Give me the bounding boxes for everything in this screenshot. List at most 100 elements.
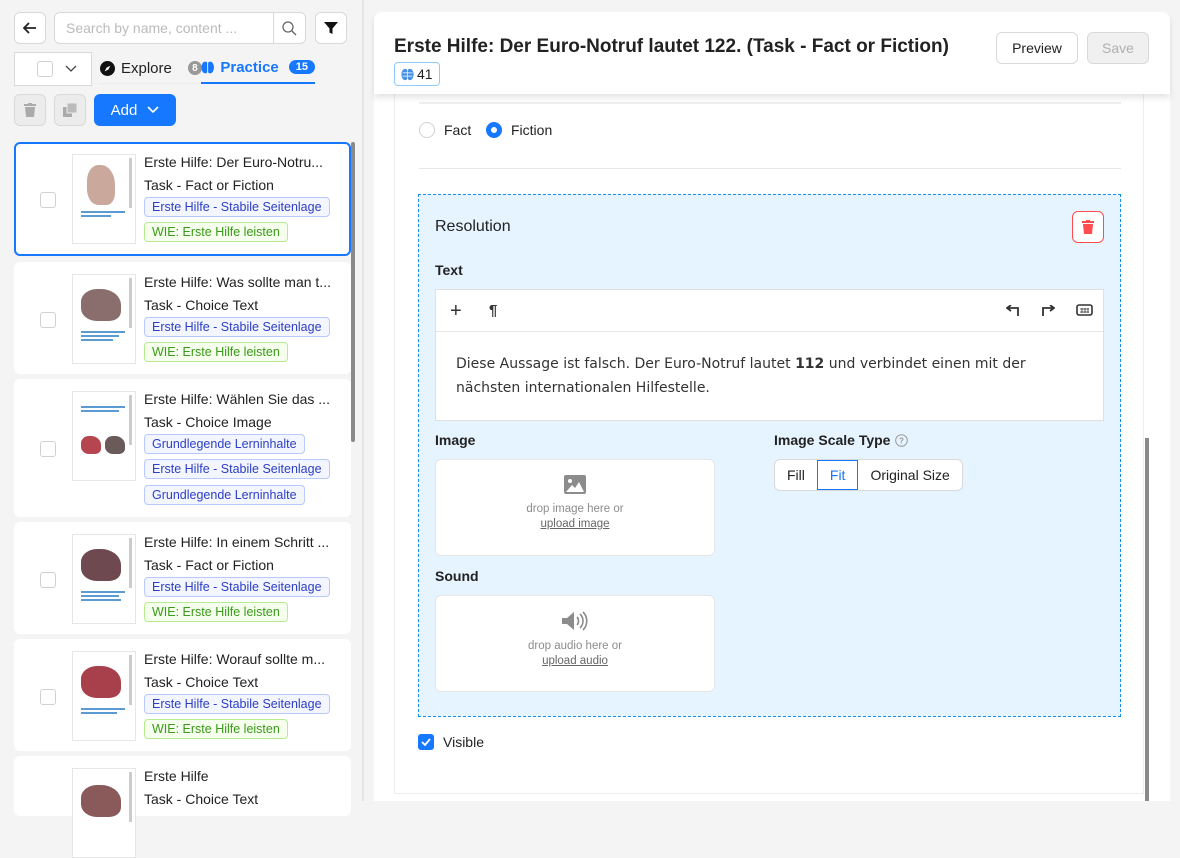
item-title: Erste Hilfe: Wählen Sie das ... — [144, 391, 330, 407]
item-tag: Erste Hilfe - Stabile Seitenlage — [144, 317, 330, 337]
scale-fill-option[interactable]: Fill — [775, 460, 817, 490]
keyboard-icon[interactable] — [1076, 304, 1093, 316]
brain-count-badge: 41 — [394, 62, 440, 86]
page-title: Erste Hilfe: Der Euro-Notruf lautet 122.… — [394, 36, 949, 57]
panel-divider[interactable] — [362, 0, 374, 801]
image-dropzone[interactable]: drop image here or upload image — [435, 459, 715, 556]
delete-button[interactable] — [14, 94, 46, 126]
item-checkbox[interactable] — [40, 192, 56, 208]
sidebar-scrollbar[interactable] — [351, 142, 355, 442]
search-button[interactable] — [273, 13, 305, 43]
rich-text-editor[interactable]: + ¶ Diese Aussage ist falsch. Der Euro-N… — [435, 289, 1104, 421]
plus-icon[interactable]: + — [450, 300, 462, 323]
radio-fiction-label: Fiction — [511, 122, 553, 138]
item-checkbox[interactable] — [40, 312, 56, 328]
add-button[interactable]: Add — [94, 94, 176, 126]
preview-button[interactable]: Preview — [996, 32, 1078, 64]
back-button[interactable] — [14, 12, 46, 44]
trash-icon — [24, 103, 36, 117]
item-tag: Grundlegende Lerninhalte — [144, 485, 305, 505]
list-item[interactable]: Erste Hilfe: Der Euro-Notru... Task - Fa… — [14, 142, 351, 256]
tab-explore[interactable]: Explore 8 — [100, 52, 202, 84]
list-item[interactable]: Erste Hilfe: In einem Schritt ... Task -… — [14, 522, 351, 634]
text-label: Text — [435, 262, 463, 278]
undo-icon[interactable] — [1006, 305, 1019, 316]
list-item[interactable]: Erste Hilfe: Worauf sollte m... Task - C… — [14, 639, 351, 751]
item-tag: WIE: Erste Hilfe leisten — [144, 719, 288, 739]
explore-count-badge: 8 — [187, 61, 202, 75]
audio-dropzone[interactable]: drop audio here or upload audio — [435, 595, 715, 692]
item-type: Task - Choice Text — [144, 674, 259, 690]
sound-label: Sound — [435, 568, 479, 584]
visible-checkbox-row[interactable]: Visible — [418, 734, 484, 750]
practice-count-badge: 15 — [288, 60, 315, 74]
editor-toolbar: + ¶ — [436, 290, 1103, 332]
tab-explore-label: Explore — [121, 59, 172, 77]
item-checkbox[interactable] — [40, 572, 56, 588]
item-tag: WIE: Erste Hilfe leisten — [144, 222, 288, 242]
item-type: Task - Choice Text — [144, 791, 259, 807]
radio-fact-dot[interactable] — [419, 122, 435, 138]
scale-type-text: Image Scale Type — [774, 432, 891, 448]
select-all-checkbox[interactable] — [37, 61, 53, 77]
select-all-dropdown[interactable] — [14, 52, 92, 86]
add-label: Add — [110, 101, 138, 119]
delete-resolution-button[interactable] — [1072, 211, 1104, 243]
resolution-section: Resolution Text + ¶ Diese Aussage ist fa… — [418, 194, 1121, 717]
upload-audio-link[interactable]: upload audio — [436, 655, 714, 667]
save-button[interactable]: Save — [1087, 32, 1149, 64]
list-item[interactable]: Erste Hilfe: Was sollte man t... Task - … — [14, 262, 351, 374]
item-checkbox[interactable] — [40, 441, 56, 457]
editor-header: Erste Hilfe: Der Euro-Notruf lautet 122.… — [374, 12, 1170, 94]
item-tag: WIE: Erste Hilfe leisten — [144, 602, 288, 622]
visible-checkbox[interactable] — [418, 734, 434, 750]
item-checkbox[interactable] — [40, 689, 56, 705]
svg-text:?: ? — [900, 436, 905, 445]
item-type: Task - Fact or Fiction — [144, 557, 274, 573]
duplicate-button[interactable] — [54, 94, 86, 126]
scale-type-segmented: Fill Fit Original Size — [774, 459, 963, 491]
help-icon[interactable]: ? — [895, 433, 909, 447]
editor-main: Fact Fiction Resolution Text + ¶ Diese A… — [374, 94, 1170, 801]
item-title: Erste Hilfe: Worauf sollte m... — [144, 651, 326, 667]
check-icon — [421, 738, 431, 746]
content-tabs: Explore 8 Practice 15 — [100, 52, 316, 84]
item-title: Erste Hilfe: Der Euro-Notru... — [144, 154, 323, 170]
brain-icon — [401, 68, 414, 80]
item-tag: Grundlegende Lerninhalte — [144, 434, 305, 454]
volume-icon — [562, 611, 588, 631]
brain-count: 41 — [417, 66, 433, 82]
resolution-text[interactable]: Diese Aussage ist falsch. Der Euro-Notru… — [436, 332, 1103, 420]
scale-fit-option[interactable]: Fit — [816, 460, 859, 490]
radio-fiction[interactable]: Fiction — [486, 122, 552, 138]
tab-practice[interactable]: Practice 15 — [201, 52, 315, 84]
chevron-down-icon — [65, 65, 77, 72]
item-type: Task - Choice Text — [144, 297, 259, 313]
search-input[interactable] — [55, 13, 273, 43]
filter-button[interactable] — [315, 12, 347, 44]
sidebar: Explore 8 Practice 15 Add Erste Hilfe: D… — [0, 0, 362, 858]
item-tag: Erste Hilfe - Stabile Seitenlage — [144, 694, 330, 714]
brain-icon — [201, 61, 214, 73]
upload-image-link[interactable]: upload image — [436, 518, 714, 530]
task-thumbnail — [72, 154, 136, 244]
scale-original-option[interactable]: Original Size — [858, 460, 961, 490]
radio-fiction-dot[interactable] — [486, 122, 502, 138]
scale-type-label: Image Scale Type ? — [774, 432, 909, 448]
paragraph-icon[interactable]: ¶ — [489, 302, 497, 319]
list-item[interactable]: Erste Hilfe: Wählen Sie das ... Task - C… — [14, 379, 351, 517]
arrow-left-icon — [23, 22, 36, 34]
text-bold: 112 — [795, 356, 825, 372]
item-title: Erste Hilfe: Was sollte man t... — [144, 274, 331, 290]
search-icon — [282, 20, 297, 35]
redo-icon[interactable] — [1042, 305, 1055, 316]
image-label: Image — [435, 432, 476, 448]
list-item[interactable]: Erste Hilfe Task - Choice Text — [14, 756, 351, 858]
chevron-down-icon — [147, 106, 159, 114]
search-field — [54, 12, 306, 44]
editor-scrollbar[interactable] — [1145, 438, 1149, 801]
radio-fact[interactable]: Fact — [419, 122, 471, 138]
item-type: Task - Fact or Fiction — [144, 177, 274, 193]
task-thumbnail — [72, 768, 136, 858]
filter-icon — [324, 22, 338, 34]
